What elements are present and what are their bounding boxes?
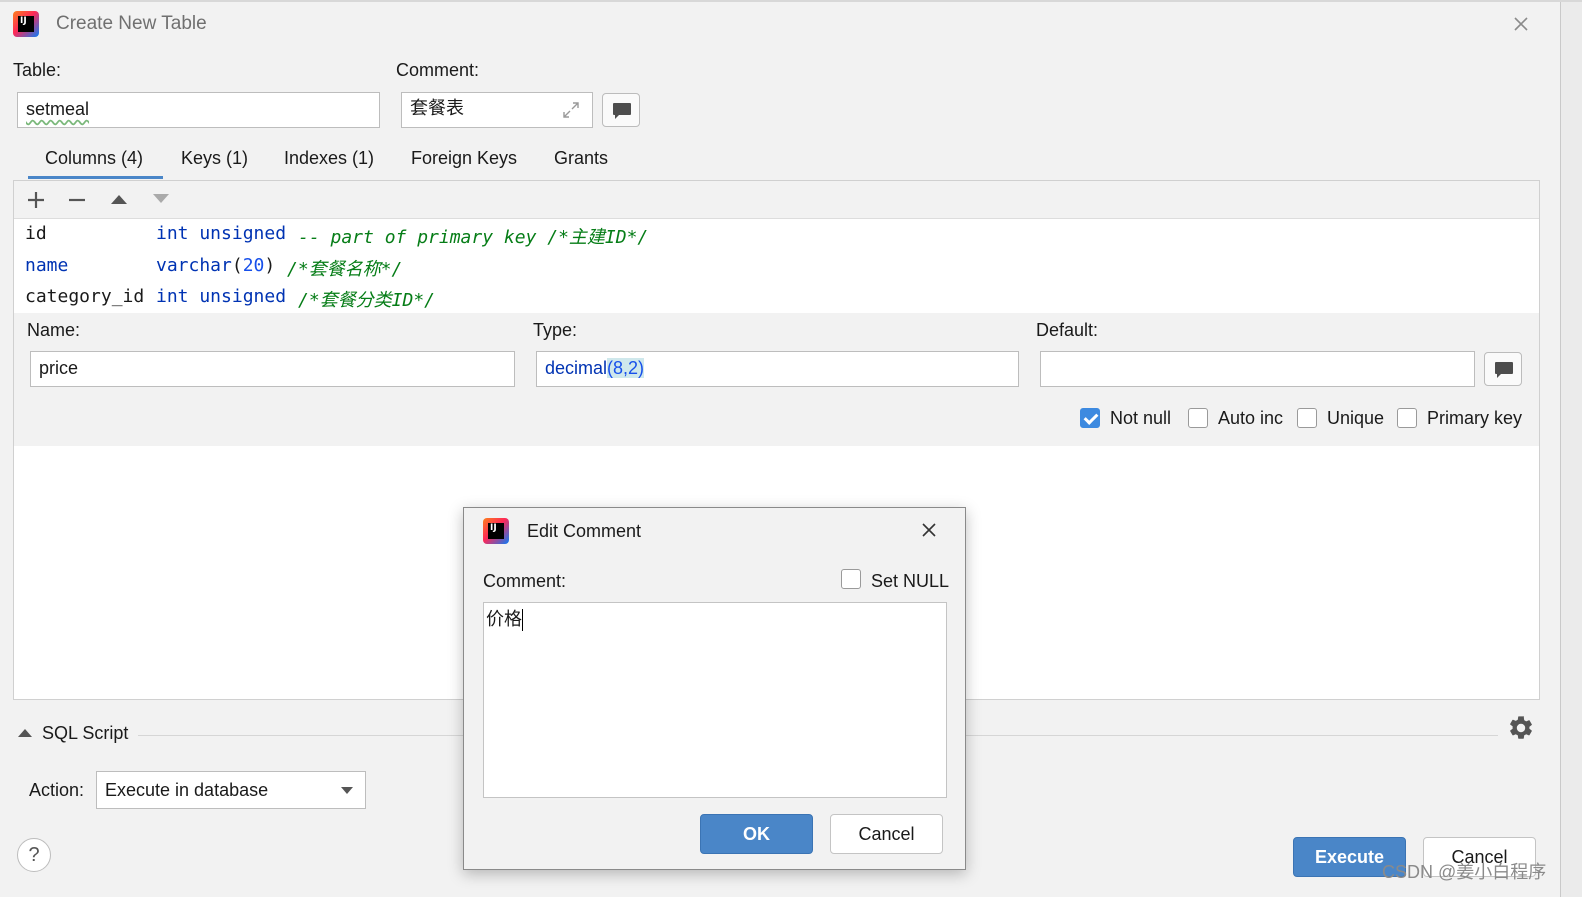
type-keyword: decimal — [545, 358, 608, 378]
window-top-border — [0, 0, 1582, 2]
table-label: Table: — [13, 60, 62, 80]
set-null-label: Set NULL — [871, 571, 950, 591]
text-cursor — [522, 609, 523, 631]
column-name: name — [25, 255, 69, 276]
column-type: int unsigned — [156, 223, 287, 244]
columns-toolbar — [14, 181, 1539, 219]
type-label: Type: — [533, 320, 578, 340]
dialog-cancel-button[interactable]: Cancel — [830, 814, 943, 854]
column-row-category-id[interactable]: category_id — [25, 286, 144, 307]
auto-inc-label: Auto inc — [1218, 408, 1284, 428]
default-value-input[interactable] — [1040, 351, 1475, 387]
column-row-id[interactable]: id — [25, 223, 47, 244]
default-editor-button[interactable] — [1484, 352, 1522, 386]
type-args: (8,2) — [607, 358, 645, 378]
column-row-name[interactable]: name — [25, 255, 68, 276]
remove-icon[interactable] — [68, 191, 86, 209]
gear-icon[interactable] — [1507, 714, 1535, 742]
tab-indexes[interactable]: Indexes (1) — [284, 148, 374, 169]
sql-script-label[interactable]: SQL Script — [42, 723, 128, 744]
table-name-input[interactable]: setmeal — [17, 92, 380, 128]
speech-bubble-icon — [1495, 362, 1513, 378]
background-window-edge — [1561, 0, 1582, 897]
comment-value: 套餐表 — [410, 98, 464, 119]
default-label: Default: — [1036, 320, 1099, 340]
move-down-icon[interactable] — [152, 192, 170, 206]
edit-comment-dialog: IJ Edit Comment Comment: Set NULL 价格 OK … — [463, 507, 966, 870]
column-type: int unsigned — [156, 286, 287, 307]
help-button[interactable]: ? — [17, 838, 51, 872]
action-select-value: Execute in database — [105, 780, 269, 800]
unique-label: Unique — [1327, 408, 1385, 428]
not-null-label: Not null — [1110, 408, 1172, 428]
column-type: varchar(20) — [156, 255, 276, 276]
tab-keys[interactable]: Keys (1) — [181, 148, 248, 169]
collapse-triangle-icon[interactable] — [17, 727, 33, 739]
unique-checkbox[interactable] — [1297, 408, 1317, 428]
comment-label: Comment: — [396, 60, 480, 80]
column-name: category_id — [25, 286, 145, 307]
ok-button[interactable]: OK — [700, 814, 813, 854]
action-select[interactable]: Execute in database — [96, 771, 366, 809]
watermark: CSDN @姜小白程序 — [1382, 862, 1547, 882]
action-label: Action: — [29, 780, 85, 800]
tab-foreign-keys[interactable]: Foreign Keys — [411, 148, 517, 169]
tab-grants[interactable]: Grants — [554, 148, 608, 169]
tab-columns[interactable]: Columns (4) — [45, 148, 143, 169]
close-icon[interactable] — [1513, 16, 1529, 32]
close-icon[interactable] — [921, 522, 937, 538]
app-logo-icon: IJ — [483, 518, 509, 544]
column-name: id — [25, 223, 47, 244]
window-title: Create New Table — [56, 13, 207, 34]
column-comment: /*套餐分类ID*/ — [298, 290, 436, 311]
name-label: Name: — [27, 320, 81, 340]
comment-text: 价格 — [486, 609, 522, 630]
app-logo-icon: IJ — [13, 11, 39, 37]
primary-key-checkbox[interactable] — [1397, 408, 1417, 428]
column-name-input[interactable]: price — [30, 351, 515, 387]
primary-key-label: Primary key — [1427, 408, 1523, 428]
chevron-down-icon — [341, 787, 353, 794]
expand-icon[interactable] — [562, 101, 580, 119]
auto-inc-checkbox[interactable] — [1188, 408, 1208, 428]
column-comment: /*套餐名称*/ — [287, 259, 403, 280]
comment-textarea[interactable]: 价格 — [483, 602, 947, 798]
dialog-comment-label: Comment: — [483, 571, 567, 591]
add-icon[interactable] — [27, 191, 45, 209]
set-null-checkbox[interactable] — [841, 569, 861, 589]
column-comment: -- part of primary key /*主建ID*/ — [298, 227, 649, 248]
column-name-value: price — [39, 358, 79, 378]
move-up-icon[interactable] — [110, 192, 128, 206]
dialog-title: Edit Comment — [527, 521, 642, 541]
table-name-value: setmeal — [26, 99, 90, 119]
column-type-input[interactable]: decimal(8,2) — [536, 351, 1019, 387]
speech-bubble-icon — [613, 103, 631, 119]
active-tab-indicator — [28, 176, 163, 179]
not-null-checkbox[interactable] — [1080, 408, 1100, 428]
comment-editor-button[interactable] — [602, 93, 640, 127]
